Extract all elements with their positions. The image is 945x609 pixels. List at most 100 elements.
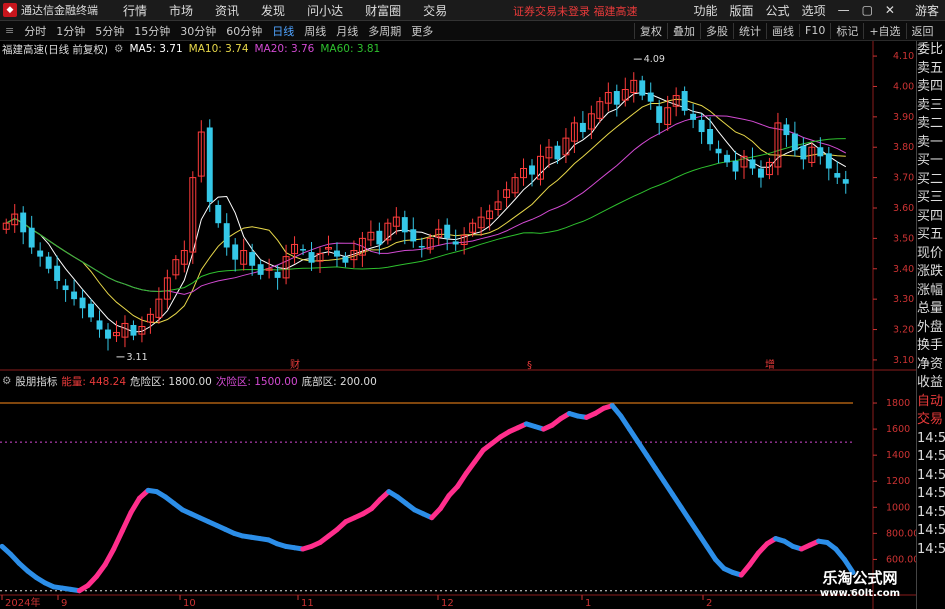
date-label: 12 (441, 598, 454, 609)
candle-body (232, 244, 239, 260)
sidebar-item[interactable]: 买五 (917, 226, 945, 245)
price-tick-label: 4.10 (893, 51, 914, 62)
candle-body (410, 229, 417, 242)
sidebar-item: 14:56 (917, 486, 945, 501)
candle-body (215, 204, 222, 224)
sidebar-item[interactable]: 买三 (917, 189, 945, 208)
candle-body (715, 148, 722, 154)
candle-body (308, 252, 315, 263)
sidebar-item: 14:56 (917, 430, 945, 446)
candle-body (257, 264, 264, 275)
sidebar-item[interactable]: 自动 (917, 393, 945, 412)
candle-body (783, 124, 790, 136)
settings-icon[interactable]: ⚙ (114, 43, 123, 55)
candle-body (749, 159, 756, 169)
candle-body (444, 224, 451, 239)
danger-label: 危险区: 1800.00 (130, 375, 212, 388)
date-label: 11 (301, 598, 314, 609)
sidebar-item[interactable]: 涨幅 (917, 282, 945, 301)
candle-body (333, 250, 340, 257)
high-label: 4.09 (644, 54, 665, 65)
event-marker: 财 (290, 358, 300, 371)
sidebar-item[interactable]: 卖三 (917, 97, 945, 116)
candle-body (71, 291, 78, 300)
kline-chart[interactable]: 4.10 4.00 3.90 3.80 3.70 3.60 3.50 3.40 3.30 3.20… (0, 0, 945, 609)
ma10-label: MA10: 3.74 (188, 43, 249, 55)
sidebar-item: 14:56 (917, 523, 945, 538)
candle-body (45, 256, 52, 269)
ma60-line (5, 138, 846, 293)
event-marker: 增 (765, 358, 775, 371)
sidebar-item[interactable]: 换手 (917, 337, 945, 356)
price-tick-label: 3.60 (893, 203, 914, 214)
sidebar-item[interactable]: 卖二 (917, 115, 945, 134)
sidebar-item[interactable]: 涨跌 (917, 263, 945, 282)
sidebar-item[interactable]: 买四 (917, 208, 945, 227)
sidebar-item[interactable]: 外盘 (917, 319, 945, 338)
candle-body (223, 223, 230, 248)
candle-body (817, 147, 824, 157)
ma60-label: MA60: 3.81 (320, 43, 381, 55)
candle-body (757, 168, 764, 178)
candle-body (105, 329, 111, 339)
candles (2, 72, 849, 351)
indicator-tick-label: 1800 (886, 398, 910, 409)
indicator-tick-label: 800.00 (886, 528, 919, 539)
price-tick-label: 3.40 (893, 264, 914, 275)
candle-body (639, 80, 646, 96)
candle-body (698, 119, 705, 133)
price-tick-label: 3.70 (893, 173, 914, 184)
sidebar-item[interactable]: 交易 (917, 411, 945, 430)
sidebar-item[interactable]: 收益 (917, 374, 945, 393)
candle-body (37, 250, 44, 257)
sidebar-item[interactable]: 委比 (917, 41, 945, 60)
candle-body (825, 153, 832, 169)
sidebar-item: 14:56 (917, 541, 945, 557)
date-label: 2 (706, 598, 712, 609)
sidebar-item[interactable]: 净资 (917, 356, 945, 375)
date-label: 2024年 (5, 596, 40, 609)
candle-body (54, 265, 61, 281)
watermark-title: 乐淘公式网 (822, 569, 898, 587)
sidebar-item[interactable]: 买一 (917, 152, 945, 171)
candle-body (342, 256, 349, 263)
sidebar-item[interactable]: 总量 (917, 300, 945, 319)
energy-segment (128, 495, 143, 516)
candle-body (579, 122, 586, 133)
settings-icon[interactable]: ⚙ (2, 375, 11, 387)
watermark-url: www.60lt.com (819, 588, 900, 599)
axes: 4.10 4.00 3.90 3.80 3.70 3.60 3.50 3.40 3.30 3.20… (1, 51, 919, 609)
sidebar-item[interactable]: 买二 (917, 171, 945, 190)
candle-body (732, 160, 739, 172)
main-info-bar: 福建高速(日线 前复权) ⚙ MA5: 3.71 MA10: 3.74 MA20… (2, 42, 386, 56)
candle-body (452, 241, 459, 245)
low-label: 3.11 (126, 352, 147, 363)
price-tick-label: 4.00 (893, 81, 914, 92)
watermark: 乐淘公式网 www.60lt.com (800, 567, 920, 599)
date-label: 9 (61, 598, 67, 609)
indicator-info-bar: ⚙ 股朋指标 能量: 448.24 危险区: 1800.00 次险区: 1500… (2, 374, 381, 388)
sidebar-item: 14:56 (917, 449, 945, 464)
candle-body (206, 127, 213, 202)
candle-body (834, 173, 841, 178)
candle-body (79, 297, 86, 309)
indicator-tick-label: 1000 (886, 502, 910, 513)
candle-body (28, 227, 35, 248)
price-tick-label: 3.20 (893, 325, 914, 336)
indicator-tick-label: 1600 (886, 424, 910, 435)
sidebar-item[interactable]: 卖一 (917, 134, 945, 153)
candle-body (800, 145, 807, 160)
quote-sidebar: 委比 卖五 卖四 卖三 卖二 卖一 买一 买二 买三 买四 买五 现价 涨跌 涨… (916, 41, 945, 609)
sidebar-item[interactable]: 现价 (917, 245, 945, 264)
price-tick-label: 3.30 (893, 294, 914, 305)
candle-body (20, 212, 27, 233)
candle-body (529, 165, 535, 175)
candle-body (647, 92, 654, 102)
sidebar-item[interactable]: 卖五 (917, 60, 945, 79)
ma-lines (5, 91, 847, 333)
candle-body (376, 230, 383, 245)
price-tick-label: 3.50 (893, 233, 914, 244)
sidebar-item[interactable]: 卖四 (917, 78, 945, 97)
sidebar-item: 14:56 (917, 467, 945, 483)
indicator-name: 股朋指标 (15, 375, 58, 388)
